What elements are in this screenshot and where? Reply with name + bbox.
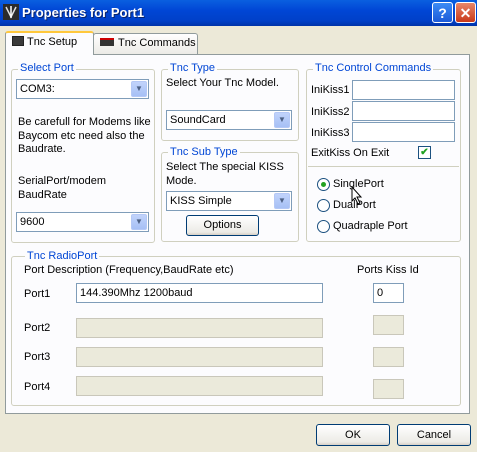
help-button[interactable]: ?: [432, 2, 453, 23]
quadraple-port-label[interactable]: Quadraple Port: [333, 220, 408, 232]
port-note-line-2: Baycom etc need also the: [18, 130, 145, 142]
port-note-line-3: Baudrate.: [18, 143, 66, 155]
options-button[interactable]: Options: [186, 215, 259, 236]
tnc-sub-type-prompt-line-1: Select The special KISS: [166, 161, 284, 173]
tnc-setup-icon: [12, 36, 24, 46]
tnc-sub-type-select-value: KISS Simple: [170, 195, 232, 207]
select-port-title: Select Port: [18, 62, 76, 74]
ports-kiss-id-header: Ports Kiss Id: [357, 264, 419, 276]
inikiss3-field[interactable]: [352, 122, 455, 142]
port2-kiss-id-field[interactable]: [373, 315, 404, 335]
control-commands-title: Tnc Control Commands: [313, 62, 434, 74]
port-select-value: COM3:: [20, 83, 55, 95]
radio-port-title: Tnc RadioPort: [25, 250, 100, 262]
port4-kiss-id-field[interactable]: [373, 379, 404, 399]
port-select[interactable]: COM3: ▼: [16, 79, 149, 99]
chevron-down-icon[interactable]: ▼: [274, 193, 290, 209]
inikiss2-field[interactable]: [352, 101, 455, 121]
port4-label: Port4: [24, 381, 51, 393]
close-button[interactable]: ✕: [455, 2, 476, 23]
port1-label: Port1: [24, 288, 51, 300]
baudrate-label-line-2: BaudRate: [18, 189, 67, 201]
window-title: Properties for Port1: [22, 5, 145, 20]
tab-tnc-commands[interactable]: Tnc Commands: [93, 33, 198, 54]
tnc-sub-type-prompt-line-2: Mode.: [166, 175, 197, 187]
port3-kiss-id-field[interactable]: [373, 347, 404, 367]
singleport-radio[interactable]: [317, 178, 330, 191]
port2-description-field[interactable]: [76, 318, 323, 338]
inikiss2-label: IniKiss2: [311, 106, 350, 118]
tnc-sub-type-select[interactable]: KISS Simple ▼: [166, 191, 292, 211]
baudrate-select[interactable]: 9600 ▼: [16, 212, 149, 232]
inikiss3-label: IniKiss3: [311, 127, 350, 139]
baudrate-label-line-1: SerialPort/modem: [18, 175, 107, 187]
tnc-type-title: Tnc Type: [168, 62, 218, 74]
tnc-type-select[interactable]: SoundCard ▼: [166, 110, 292, 130]
chevron-down-icon[interactable]: ▼: [131, 81, 147, 97]
tab-tnc-setup[interactable]: Tnc Setup: [5, 31, 94, 55]
port-description-header: Port Description (Frequency,BaudRate etc…: [24, 264, 234, 276]
ok-button[interactable]: OK: [316, 424, 390, 446]
quadraple-port-radio[interactable]: [317, 220, 330, 233]
dualport-radio[interactable]: [317, 199, 330, 212]
exitkiss-checkbox[interactable]: ✔: [418, 146, 431, 159]
tab-tnc-commands-label: Tnc Commands: [118, 37, 196, 49]
port4-description-field[interactable]: [76, 376, 323, 396]
port-note-line-1: Be carefull for Modems like: [18, 116, 151, 128]
port1-description-value: 144.390Mhz 1200baud: [80, 287, 193, 299]
inikiss1-label: IniKiss1: [311, 84, 350, 96]
tnc-commands-icon: [100, 38, 114, 46]
inikiss1-field[interactable]: [352, 80, 455, 100]
port1-kiss-id-field[interactable]: 0: [373, 283, 404, 303]
port3-label: Port3: [24, 351, 51, 363]
baudrate-select-value: 9600: [20, 216, 45, 228]
port3-description-field[interactable]: [76, 347, 323, 367]
chevron-down-icon[interactable]: ▼: [131, 214, 147, 230]
cancel-button[interactable]: Cancel: [397, 424, 471, 446]
port1-kiss-id-value: 0: [377, 287, 384, 299]
tnc-sub-type-title: Tnc Sub Type: [168, 146, 240, 158]
divider: [308, 166, 459, 167]
antenna-icon: [3, 4, 19, 20]
mouse-pointer-icon: [351, 186, 363, 205]
port1-description-field[interactable]: 144.390Mhz 1200baud: [76, 283, 323, 303]
chevron-down-icon[interactable]: ▼: [274, 112, 290, 128]
port2-label: Port2: [24, 322, 51, 334]
tnc-type-select-value: SoundCard: [170, 114, 226, 126]
exitkiss-label: ExitKiss On Exit: [311, 147, 390, 159]
tnc-type-prompt: Select Your Tnc Model.: [166, 77, 279, 89]
tab-tnc-setup-label: Tnc Setup: [27, 36, 78, 48]
